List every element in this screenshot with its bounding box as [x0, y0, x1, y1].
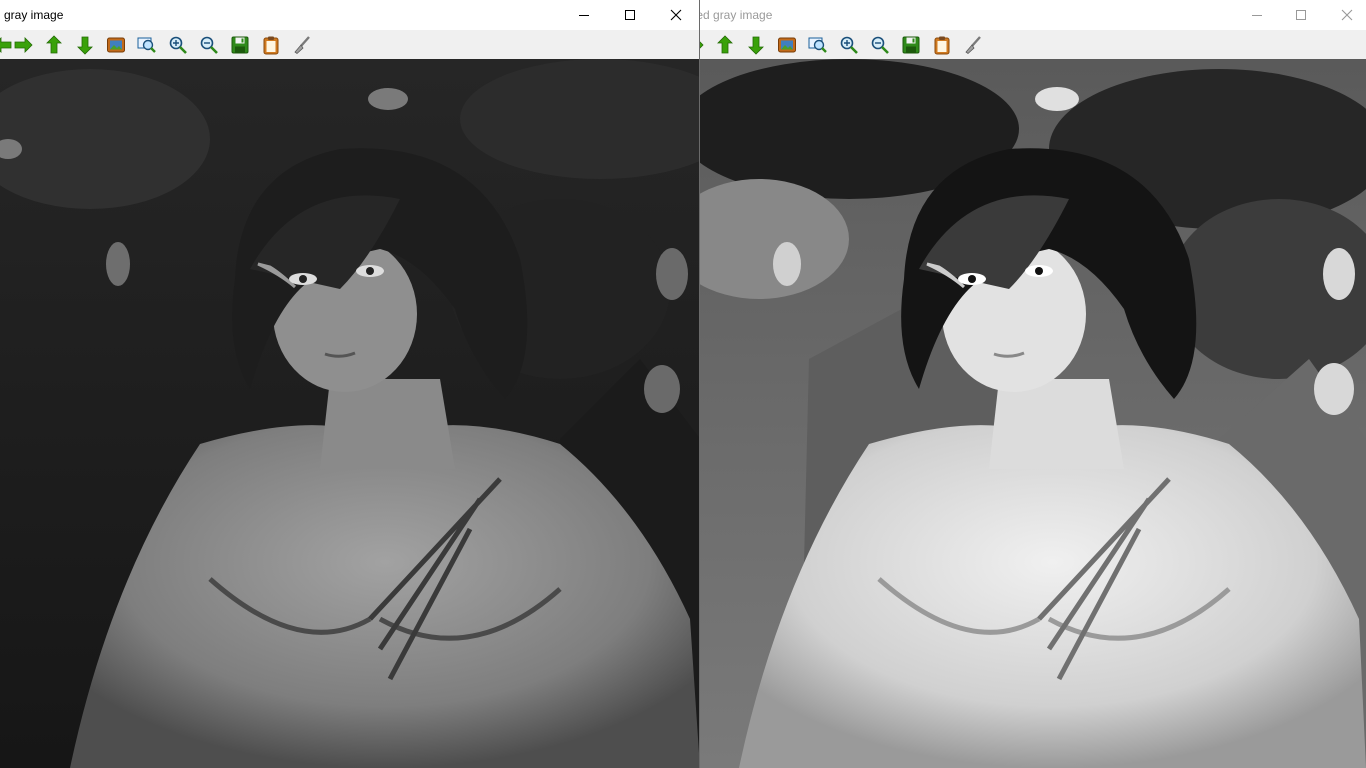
image-canvas[interactable]	[0, 59, 699, 768]
minimize-button[interactable]	[561, 0, 607, 30]
minimize-button[interactable]	[1234, 0, 1280, 30]
equalized-gray-image-window: lized gray image	[699, 0, 1366, 768]
maximize-button[interactable]	[607, 0, 653, 30]
zoom-out-button[interactable]	[869, 34, 891, 56]
maximize-icon	[625, 10, 635, 20]
arrow-up-icon	[717, 35, 733, 54]
window-title: gray image	[4, 8, 64, 22]
properties-button[interactable]	[962, 34, 984, 56]
save-icon	[902, 36, 920, 54]
arrow-right-icon	[14, 37, 33, 53]
toolbar	[0, 30, 699, 59]
properties-button[interactable]	[291, 34, 313, 56]
window-title: lized gray image	[699, 8, 773, 22]
arrow-down-icon	[77, 36, 93, 55]
minimize-icon	[1252, 15, 1262, 16]
pan-up-button[interactable]	[43, 34, 65, 56]
copy-icon	[263, 36, 279, 55]
zoom-in-icon	[169, 36, 187, 54]
pan-down-button[interactable]	[74, 34, 96, 56]
image-icon	[778, 37, 796, 53]
save-icon	[231, 36, 249, 54]
toolbar	[699, 30, 1366, 59]
pan-right-button[interactable]	[12, 34, 34, 56]
pan-down-button[interactable]	[745, 34, 767, 56]
zoom-original-button[interactable]	[776, 34, 798, 56]
arrow-up-icon	[46, 35, 62, 54]
minimize-icon	[579, 15, 589, 16]
copy-button[interactable]	[260, 34, 282, 56]
maximize-icon	[1296, 10, 1306, 20]
title-bar[interactable]: lized gray image	[699, 0, 1366, 30]
zoom-fit-button[interactable]	[136, 34, 158, 56]
zoom-out-button[interactable]	[198, 34, 220, 56]
image-canvas[interactable]	[699, 59, 1366, 768]
save-button[interactable]	[229, 34, 251, 56]
close-icon	[670, 9, 682, 21]
zoom-in-button[interactable]	[838, 34, 860, 56]
zoom-in-button[interactable]	[167, 34, 189, 56]
brush-icon	[965, 36, 981, 55]
gray-image-window: gray image	[0, 0, 700, 768]
zoom-to-fit-icon	[137, 37, 156, 53]
zoom-original-button[interactable]	[105, 34, 127, 56]
close-icon	[1341, 9, 1353, 21]
close-button[interactable]	[1324, 0, 1366, 30]
arrow-down-icon	[748, 36, 764, 55]
maximize-button[interactable]	[1278, 0, 1324, 30]
equalized-character-image	[699, 59, 1366, 768]
save-button[interactable]	[900, 34, 922, 56]
zoom-fit-button[interactable]	[807, 34, 829, 56]
brush-icon	[294, 36, 310, 55]
pan-up-button[interactable]	[714, 34, 736, 56]
close-button[interactable]	[653, 0, 699, 30]
copy-button[interactable]	[931, 34, 953, 56]
zoom-out-icon	[871, 36, 889, 54]
copy-icon	[934, 36, 950, 55]
image-icon	[107, 37, 125, 53]
zoom-to-fit-icon	[808, 37, 827, 53]
zoom-in-icon	[840, 36, 858, 54]
zoom-out-icon	[200, 36, 218, 54]
gray-character-image	[0, 59, 699, 768]
title-bar[interactable]: gray image	[0, 0, 699, 30]
